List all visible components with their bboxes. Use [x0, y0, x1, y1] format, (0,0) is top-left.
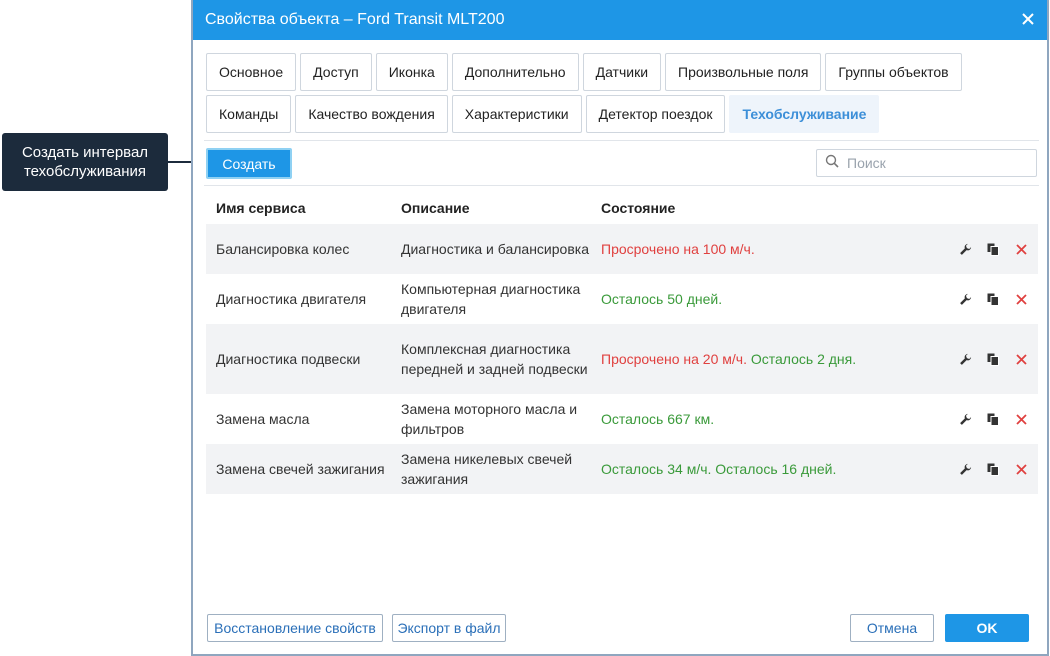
service-name: Диагностика двигателя	[216, 291, 367, 307]
search-icon	[825, 154, 839, 173]
service-name: Диагностика подвески	[216, 351, 361, 367]
ok-button[interactable]: OK	[945, 614, 1029, 642]
cancel-button[interactable]: Отмена	[850, 614, 934, 642]
copy-icon[interactable]	[986, 292, 1000, 306]
dialog-titlebar: Свойства объекта – Ford Transit MLT200	[193, 0, 1047, 40]
service-status: Просрочено на 100 м/ч.	[601, 241, 755, 257]
delete-icon[interactable]	[1014, 462, 1028, 476]
restore-properties-button[interactable]: Восстановление свойств	[207, 614, 383, 642]
callout-line-1: Создать интервал	[21, 144, 149, 161]
tab-eco-driving[interactable]: Качество вождения	[295, 95, 448, 133]
delete-icon[interactable]	[1014, 292, 1028, 306]
header-description: Описание	[401, 200, 470, 216]
tab-commands[interactable]: Команды	[206, 95, 292, 133]
tab-row-1: Основное Доступ Иконка Дополнительно Дат…	[206, 53, 1038, 91]
tab-icon[interactable]: Иконка	[375, 53, 448, 91]
service-name: Замена масла	[216, 411, 310, 427]
wrench-icon[interactable]	[958, 412, 972, 426]
tab-service-intervals[interactable]: Техобслуживание	[729, 95, 880, 133]
tab-advanced[interactable]: Дополнительно	[451, 53, 579, 91]
service-description: Замена никелевых свечей зажигания	[401, 451, 573, 487]
tab-access[interactable]: Доступ	[300, 53, 372, 91]
service-description: Замена моторного масла и фильтров	[401, 401, 578, 437]
dialog-title: Свойства объекта – Ford Transit MLT200	[205, 11, 505, 28]
table-row[interactable]: Диагностика подвески Комплексная диагнос…	[206, 324, 1038, 394]
wrench-icon[interactable]	[958, 462, 972, 476]
service-name: Балансировка колес	[216, 241, 350, 257]
service-status: Осталось 667 км.	[601, 411, 715, 427]
copy-icon[interactable]	[986, 242, 1000, 256]
tab-trip-detector[interactable]: Детектор поездок	[585, 95, 726, 133]
table-row[interactable]: Замена свечей зажигания Замена никелевых…	[206, 444, 1038, 494]
service-description: Компьютерная диагностика двигателя	[401, 281, 581, 317]
tab-unit-groups[interactable]: Группы объектов	[825, 53, 962, 91]
copy-icon[interactable]	[986, 412, 1000, 426]
search-box	[816, 149, 1037, 177]
close-icon[interactable]	[1021, 10, 1035, 30]
table-row[interactable]: Балансировка колес Диагностика и баланси…	[206, 224, 1038, 274]
export-to-file-button[interactable]: Экспорт в файл	[392, 614, 506, 642]
wrench-icon[interactable]	[958, 352, 972, 366]
copy-icon[interactable]	[986, 352, 1000, 366]
tab-profile[interactable]: Характеристики	[451, 95, 582, 133]
table-row[interactable]: Диагностика двигателя Компьютерная диагн…	[206, 274, 1038, 324]
divider	[204, 140, 1039, 141]
service-status: Просрочено на 20 м/ч. Осталось 2 дня.	[601, 351, 857, 367]
service-description: Диагностика и балансировка	[401, 241, 589, 257]
tab-bar: Основное Доступ Иконка Дополнительно Дат…	[206, 53, 1038, 137]
copy-icon[interactable]	[986, 462, 1000, 476]
service-status: Осталось 34 м/ч. Осталось 16 дней.	[601, 461, 837, 477]
table-header: Имя сервиса Описание Состояние	[206, 192, 1038, 224]
delete-icon[interactable]	[1014, 242, 1028, 256]
divider	[204, 185, 1039, 186]
service-intervals-table: Имя сервиса Описание Состояние Балансиро…	[206, 192, 1038, 494]
tab-sensors[interactable]: Датчики	[582, 53, 662, 91]
search-input[interactable]	[845, 154, 1025, 172]
wrench-icon[interactable]	[958, 292, 972, 306]
service-description: Комплексная диагностика передней и задне…	[401, 341, 588, 377]
service-status: Осталось 50 дней.	[601, 291, 723, 307]
tab-basic[interactable]: Основное	[206, 53, 297, 91]
delete-icon[interactable]	[1014, 352, 1028, 366]
create-interval-callout: Создать интервал техобслуживания	[2, 133, 168, 191]
create-button[interactable]: Создать	[206, 148, 292, 179]
service-name: Замена свечей зажигания	[216, 461, 385, 477]
tab-custom-fields[interactable]: Произвольные поля	[665, 53, 822, 91]
wrench-icon[interactable]	[958, 242, 972, 256]
callout-line-2: техобслуживания	[23, 163, 147, 180]
header-service-name: Имя сервиса	[216, 200, 306, 216]
delete-icon[interactable]	[1014, 412, 1028, 426]
tab-row-2: Команды Качество вождения Характеристики…	[206, 95, 1038, 133]
header-status: Состояние	[601, 200, 676, 216]
table-row[interactable]: Замена масла Замена моторного масла и фи…	[206, 394, 1038, 444]
object-properties-dialog: Свойства объекта – Ford Transit MLT200 О…	[191, 0, 1049, 656]
